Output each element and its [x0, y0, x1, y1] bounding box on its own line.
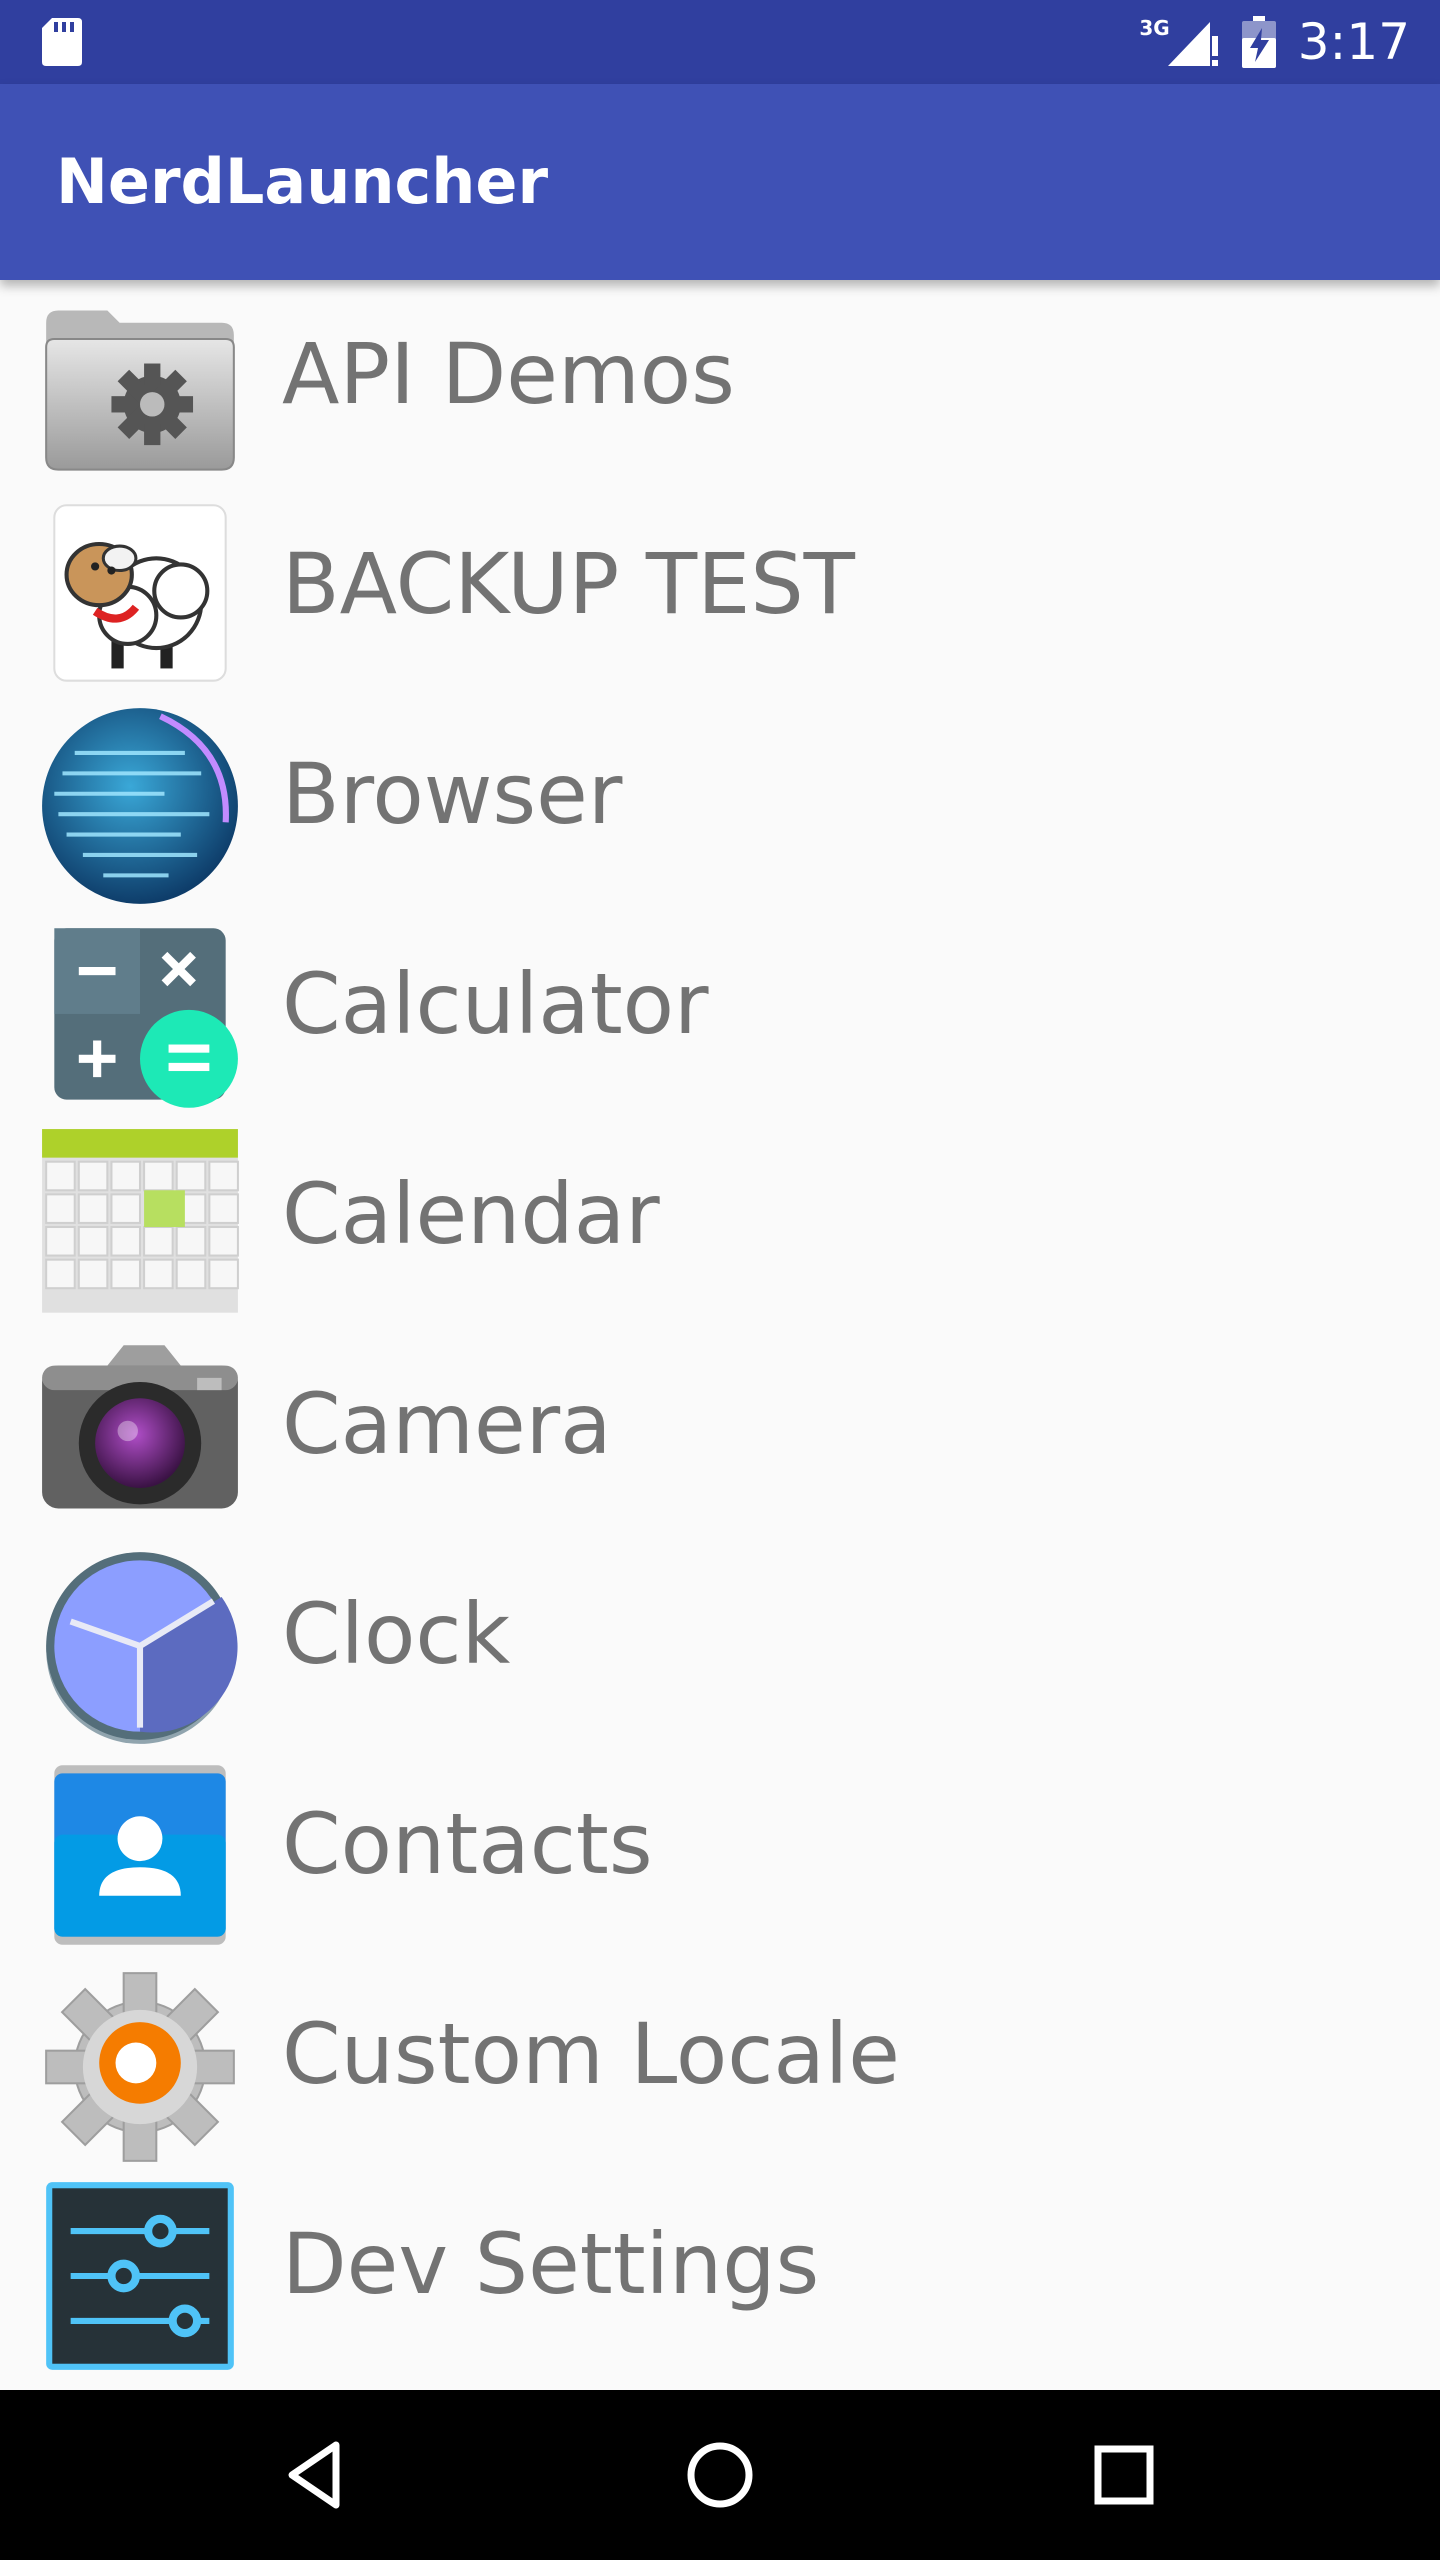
- app-item-custom-locale[interactable]: Custom Locale: [0, 1960, 1440, 2170]
- sd-card-icon: [42, 18, 82, 66]
- clock-icon: [38, 1544, 242, 1748]
- app-item-backup-test[interactable]: BACKUP TEST: [0, 490, 1440, 700]
- contacts-icon: [38, 1753, 242, 1957]
- app-item-camera[interactable]: Camera: [0, 1330, 1440, 1540]
- globe-icon: [38, 704, 242, 908]
- app-label: Contacts: [282, 1795, 653, 1893]
- app-item-calendar[interactable]: Calendar: [0, 1120, 1440, 1330]
- app-label: Custom Locale: [282, 2005, 900, 2103]
- home-button[interactable]: [650, 2410, 790, 2540]
- app-label: Calculator: [282, 955, 709, 1053]
- camera-icon: [38, 1333, 242, 1537]
- app-bar: NerdLauncher: [0, 84, 1440, 280]
- home-icon: [687, 2442, 753, 2508]
- calculator-icon: [38, 916, 242, 1120]
- sheep-icon: [38, 493, 242, 697]
- app-item-dev-settings[interactable]: Dev Settings: [0, 2170, 1440, 2380]
- app-label: Browser: [282, 745, 623, 843]
- recents-icon: [1094, 2445, 1154, 2505]
- app-item-contacts[interactable]: Contacts: [0, 1750, 1440, 1960]
- app-label: Dev Settings: [282, 2215, 820, 2313]
- app-label: BACKUP TEST: [282, 535, 855, 633]
- status-bar: 3G 3:17: [0, 0, 1440, 84]
- app-item-api-demos[interactable]: API Demos: [0, 280, 1440, 490]
- app-label: Calendar: [282, 1165, 660, 1263]
- locale-gear-icon: [38, 1965, 242, 2169]
- back-icon: [288, 2441, 340, 2509]
- app-item-browser[interactable]: Browser: [0, 700, 1440, 910]
- folder-gear-icon: [38, 286, 242, 490]
- app-title: NerdLauncher: [56, 145, 549, 218]
- app-label: Clock: [282, 1585, 511, 1683]
- signal-icon: [1167, 22, 1218, 66]
- app-item-clock[interactable]: Clock: [0, 1540, 1440, 1750]
- navigation-bar: [0, 2390, 1440, 2560]
- settings-sliders-icon: [38, 2174, 242, 2378]
- app-item-calculator[interactable]: Calculator: [0, 910, 1440, 1120]
- back-button[interactable]: [246, 2410, 386, 2540]
- recents-button[interactable]: [1054, 2410, 1194, 2540]
- network-type-label: 3G: [1139, 16, 1170, 40]
- calendar-icon: [38, 1125, 242, 1329]
- app-label: API Demos: [282, 325, 735, 423]
- app-label: Camera: [282, 1375, 612, 1473]
- app-list[interactable]: API Demos BACKUP TEST Browser Calculator…: [0, 280, 1440, 2390]
- battery-charging-icon: [1241, 16, 1276, 68]
- clock-time: 3:17: [1297, 13, 1410, 71]
